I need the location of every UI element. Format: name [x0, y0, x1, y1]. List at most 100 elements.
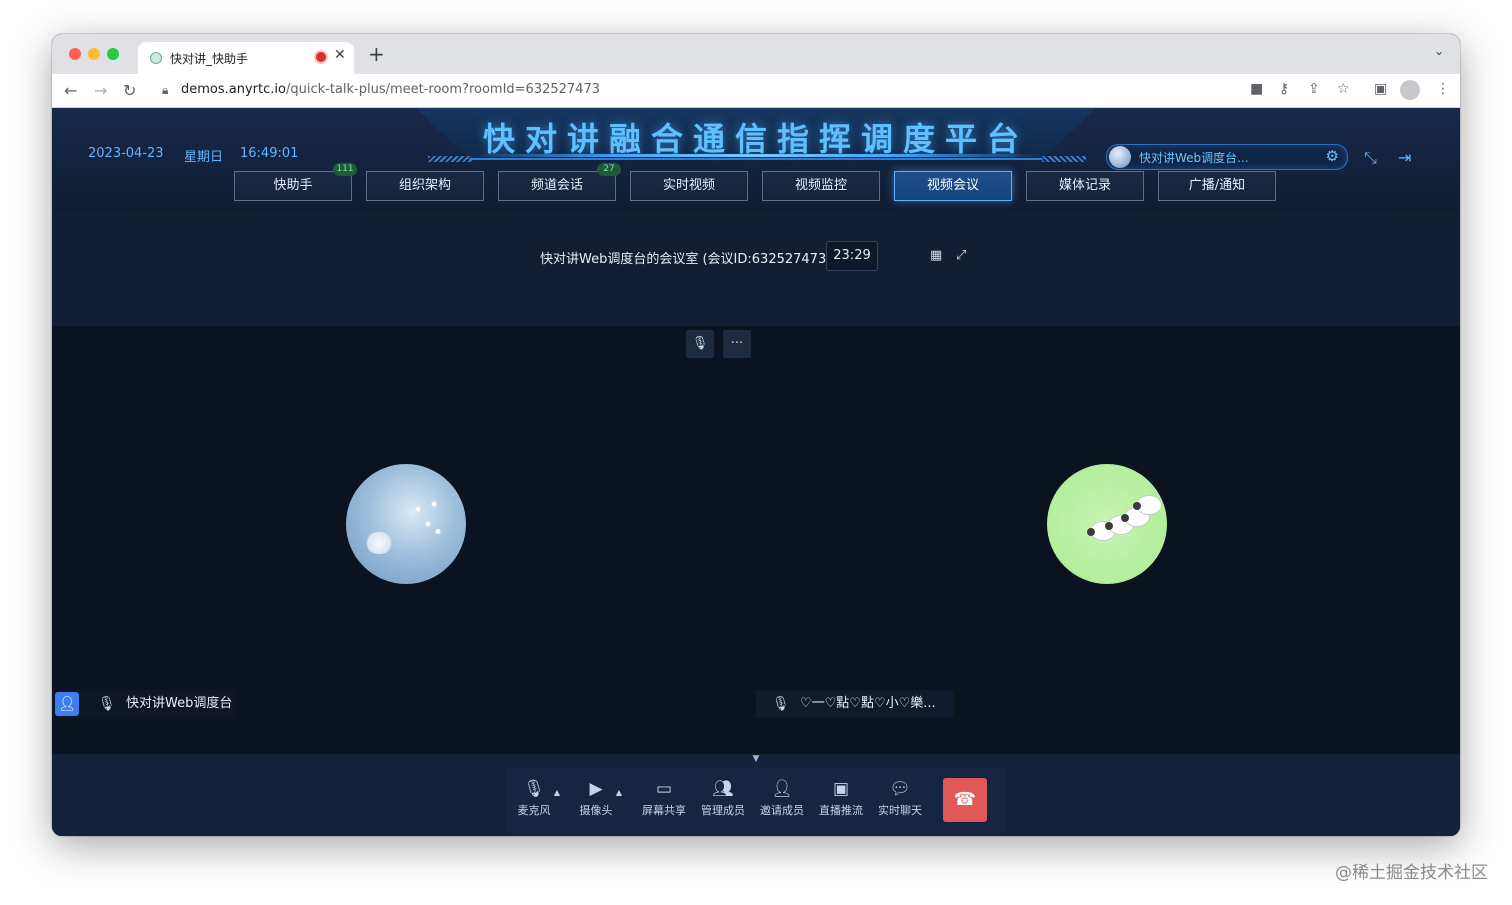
current-weekday: 星期日 [184, 150, 224, 165]
invite-members-button[interactable]: 👤︎ 邀请成员 [754, 778, 810, 818]
microphone-icon: 🎙︎ [772, 696, 790, 712]
new-tab-button[interactable]: + [368, 42, 385, 66]
platform-title: 快对讲融合通信指挥调度平台 [482, 120, 1029, 158]
caret-up-icon[interactable]: ▲ [554, 788, 560, 797]
fullscreen-icon[interactable]: ⤡ [1364, 148, 1377, 168]
nav-tab-label: 媒体记录 [1058, 178, 1111, 193]
invite-members-label: 邀请成员 [760, 804, 804, 817]
meeting-title: 快对讲Web调度台的会议室 (会议ID:632527473) [540, 252, 832, 267]
current-time: 16:49:01 [240, 146, 299, 161]
lock-icon[interactable]: 🔒︎ [162, 83, 168, 98]
more-options-icon[interactable]: ··· [723, 330, 751, 358]
camera-button[interactable]: ▶︎ 摄像头 ▲ [568, 778, 624, 818]
expand-window-icon[interactable]: ⤢ [956, 248, 970, 263]
nav-tab-live-video[interactable]: 实时视频 [630, 171, 748, 201]
browser-window: 快对讲_快助手 ✕ + ⌄ ← → ↻ 🔒︎ demos.anyrtc.io/q… [52, 34, 1460, 836]
browser-tabstrip: 快对讲_快助手 ✕ + ⌄ [52, 34, 1460, 74]
tab-title: 快对讲_快助手 [170, 52, 249, 66]
participant-name-tag: 🎙︎ ♡一♡點♡點♡小♡樂... [756, 690, 954, 718]
settings-gear-icon[interactable]: ⚙ [1326, 147, 1339, 165]
camera-label: 摄像头 [579, 804, 613, 817]
user-avatar [1109, 146, 1131, 168]
user-icon: 👤︎ [55, 692, 79, 716]
nav-badge: 111 [333, 163, 357, 176]
app-header: 快对讲融合通信指挥调度平台 2023-04-23 星期日 16:49:01 快对… [52, 108, 1460, 213]
meeting-toolbar: 🎙︎ 麦克风 ▲ ▶︎ 摄像头 ▲ ▭ 屏幕共享 👥︎ 管理成员 👤︎ 邀请成员… [506, 768, 1006, 834]
add-user-icon: 👤︎ [771, 779, 793, 799]
participant-name-tag: 👤︎ 🎙︎ 快对讲Web调度台 [52, 690, 236, 718]
mic-label: 麦克风 [517, 804, 551, 817]
microphone-icon: 🎙︎ [98, 696, 116, 712]
meeting-timer: 23:29 [826, 241, 878, 271]
share-icon[interactable]: ⇪ [1308, 81, 1320, 97]
hang-up-button[interactable]: ☎︎ [943, 778, 987, 822]
nav-badge: 27 [597, 163, 621, 176]
participant-name: 快对讲Web调度台 [126, 696, 233, 711]
nav-tab-label: 频道会话 [530, 178, 583, 193]
nav-tab-broadcast[interactable]: 广播/通知 [1158, 171, 1276, 201]
nav-tab-video-conference[interactable]: 视频会议 [894, 171, 1012, 201]
more-menu-icon[interactable]: ⋮ [1436, 81, 1450, 97]
sidebar-toggle-icon[interactable]: ▣ [1374, 81, 1387, 97]
chat-button[interactable]: 💬︎ 实时聊天 [872, 778, 928, 818]
key-icon[interactable]: ⚷ [1279, 81, 1289, 97]
members-icon: 👥︎ [712, 779, 734, 799]
chat-icon: 💬︎ [889, 779, 911, 799]
caret-up-icon[interactable]: ▲ [616, 788, 622, 797]
user-name: 快对讲Web调度台... [1139, 151, 1249, 165]
profile-avatar[interactable] [1400, 80, 1420, 100]
nav-tab-label: 视频监控 [794, 178, 847, 193]
dandelion-seeds-illustration [406, 494, 446, 544]
collapse-toolbar-icon[interactable]: ▼ [751, 754, 761, 764]
nav-tab-channel-session[interactable]: 频道会话 27 [498, 163, 621, 201]
logout-icon[interactable]: ⇥ [1398, 148, 1411, 167]
nav-tab-organization[interactable]: 组织架构 [366, 171, 484, 201]
close-tab-icon[interactable]: ✕ [334, 47, 346, 63]
user-profile-pill[interactable]: 快对讲Web调度台... ⚙ [1106, 144, 1348, 170]
nav-tab-label: 实时视频 [662, 178, 715, 193]
participant-avatar-video[interactable] [346, 464, 466, 584]
dandelion-illustration [364, 532, 394, 554]
screen-share-label: 屏幕共享 [642, 804, 686, 817]
manage-members-button[interactable]: 👥︎ 管理成员 [695, 778, 751, 818]
address-bar: ← → ↻ 🔒︎ demos.anyrtc.io/quick-talk-plus… [52, 74, 1460, 108]
participant-name: ♡一♡點♡點♡小♡樂... [800, 696, 936, 711]
screen-share-button[interactable]: ▭ 屏幕共享 [636, 778, 692, 818]
browser-tab[interactable]: 快对讲_快助手 ✕ [138, 42, 354, 74]
chat-label: 实时聊天 [878, 804, 922, 817]
window-minimize-button[interactable] [88, 48, 100, 60]
recording-indicator-icon [316, 52, 326, 62]
phone-hangup-icon: ☎︎ [953, 789, 977, 810]
manage-members-label: 管理成员 [701, 804, 745, 817]
nav-tab-label: 快助手 [273, 178, 313, 193]
screen-share-icon: ▭ [655, 779, 673, 799]
current-date: 2023-04-23 [88, 146, 164, 161]
participant-avatar-video[interactable] [1047, 464, 1167, 584]
bottom-toolbar-area: ▼ 🎙︎ 麦克风 ▲ ▶︎ 摄像头 ▲ ▭ 屏幕共享 👥︎ 管理成员 👤︎ 邀请… [52, 754, 1460, 836]
live-stream-icon: ▣ [832, 779, 850, 799]
nav-tab-quick-assistant[interactable]: 快助手 111 [234, 163, 357, 201]
back-arrow-icon[interactable]: ← [64, 81, 77, 100]
url-field[interactable]: demos.anyrtc.io/quick-talk-plus/meet-roo… [181, 82, 600, 97]
live-push-label: 直播推流 [819, 804, 863, 817]
nav-tab-media-records[interactable]: 媒体记录 [1026, 171, 1144, 201]
meeting-info-bar: 快对讲Web调度台的会议室 (会议ID:632527473) 23:29 ▦ ⤢ [52, 212, 1460, 327]
mic-button[interactable]: 🎙︎ 麦克风 ▲ [506, 778, 562, 818]
nav-tab-label: 组织架构 [398, 178, 451, 193]
layout-grid-icon[interactable]: ▦ [930, 248, 944, 263]
reload-icon[interactable]: ↻ [123, 81, 136, 100]
window-zoom-button[interactable] [107, 48, 119, 60]
nav-tab-label: 广播/通知 [1188, 178, 1246, 193]
forward-arrow-icon[interactable]: → [94, 81, 107, 100]
watermark: @稀土掘金技术社区 [1335, 863, 1488, 883]
camera-permission-icon[interactable]: ■ [1250, 81, 1263, 97]
tab-search-chevron-icon[interactable]: ⌄ [1434, 44, 1444, 58]
live-push-button[interactable]: ▣ 直播推流 [813, 778, 869, 818]
mute-all-mic-icon[interactable]: 🎙︎ [686, 330, 714, 358]
nav-tab-label: 视频会议 [926, 178, 979, 193]
bookmark-star-icon[interactable]: ☆ [1337, 81, 1350, 97]
nav-tab-video-monitoring[interactable]: 视频监控 [762, 171, 880, 201]
sheep-illustration [1133, 496, 1161, 514]
app-root: 快对讲融合通信指挥调度平台 2023-04-23 星期日 16:49:01 快对… [52, 108, 1460, 836]
window-close-button[interactable] [69, 48, 81, 60]
